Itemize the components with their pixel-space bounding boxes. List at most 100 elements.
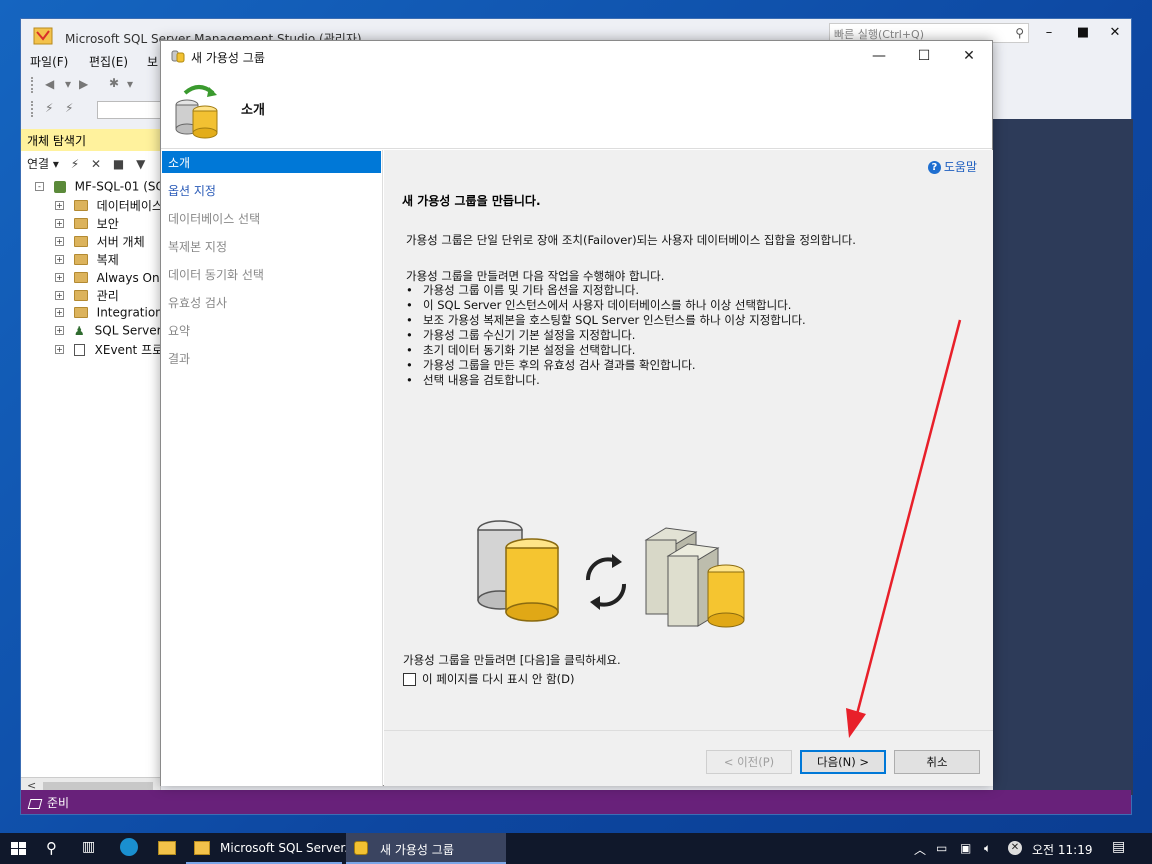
dont-show-again-checkbox[interactable]: 이 페이지를 다시 표시 안 함(D) [403,671,575,687]
steps-list: 가용성 그룹 이름 및 기타 옵션을 지정합니다. 이 SQL Server 인… [406,283,806,388]
server-icon [53,180,66,193]
wizard-nav: 소개 옵션 지정 데이터베이스 선택 복제본 지정 데이터 동기화 선택 유효성… [161,150,383,786]
connect-icon[interactable]: ⚡ [71,157,79,171]
expand-icon[interactable]: + [55,308,64,317]
clock[interactable]: 오전 11:19 [1032,841,1092,858]
toolbar-grip[interactable] [31,77,35,93]
connect-button[interactable]: 연결 ▾ [27,157,59,171]
wizard-footer: < 이전(P) 다음(N) > 취소 [384,730,993,786]
search-icon[interactable]: ⚲ [46,839,57,857]
database-icon [477,520,559,622]
volume-muted-icon[interactable]: 🔈︎ [984,841,991,856]
forward-icon[interactable]: ▶ [79,77,88,91]
availability-illustration [477,520,745,628]
file-explorer-icon[interactable] [158,841,176,855]
tree-item-replication[interactable]: + 복제 [55,251,119,269]
new-item-icon[interactable]: ✱ [109,76,119,90]
sync-arrows-icon [585,554,627,610]
previous-button[interactable]: < 이전(P) [706,750,792,774]
database-combo[interactable] [97,101,167,119]
content-heading: 새 가용성 그룹을 만듭니다. [402,194,541,208]
action-center-icon[interactable]: ▤ [1112,839,1125,855]
tree-item-always-on[interactable]: + Always On 고 [55,269,174,287]
taskbar-app-ssms[interactable]: Microsoft SQL Server... [186,833,356,864]
menu-edit[interactable]: 편집(E) [89,53,128,70]
dialog-title: 새 가용성 그룹 [191,51,265,65]
folder-icon [73,218,88,229]
toolbar-grip[interactable] [31,101,35,117]
expand-icon[interactable]: + [55,345,64,354]
nav-item-select-databases: 데이터베이스 선택 [168,212,261,226]
nav-item-validation: 유효성 검사 [168,296,228,310]
close-icon[interactable]: ✕ [954,45,984,67]
chevron-up-icon[interactable]: ︿ [914,841,926,858]
tree-item-label: 복제 [96,253,119,267]
ssms-logo-icon [33,27,53,45]
close-icon[interactable]: ✕ [1105,25,1125,43]
expand-icon[interactable]: + [55,219,64,228]
folder-icon [73,254,88,265]
tree-item-server-objects[interactable]: + 서버 개체 [55,233,145,251]
help-link[interactable]: ? 도움말 [927,158,977,175]
dialog-header: 소개 [161,71,992,149]
nav-item-specify-replicas: 복제본 지정 [168,240,228,254]
tree-item-label: MF-SQL-01 (SQ [74,179,165,194]
network-icon[interactable]: ▣ [960,841,971,855]
document-area [993,119,1133,795]
task-view-icon[interactable]: ▥ [82,839,95,855]
nav-item-data-sync: 데이터 동기화 선택 [168,268,264,282]
expand-icon[interactable]: + [55,255,64,264]
next-button[interactable]: 다음(N) > [800,750,886,774]
server-cluster-icon [644,527,745,628]
dropdown-icon[interactable]: ▾ [127,77,133,91]
edge-icon[interactable] [120,838,138,856]
cancel-button[interactable]: 취소 [894,750,980,774]
nav-item-intro[interactable]: 소개 [162,151,381,173]
tree-item-security[interactable]: + 보안 [55,215,119,233]
collapse-icon[interactable]: - [35,182,44,191]
tree-item-sql-server-agent[interactable]: + ♟ SQL Server 0 [55,323,173,341]
nav-item-results: 결과 [168,352,191,366]
connect-icon[interactable]: ⚡ [45,101,53,115]
tree-item-management[interactable]: + 관리 [55,287,119,305]
expand-icon[interactable]: + [55,291,64,300]
menu-file[interactable]: 파일(F) [30,53,68,70]
folder-icon [73,272,88,283]
windows-start-icon[interactable] [10,833,28,864]
tree-item-integration-services[interactable]: + Integration S [55,305,174,323]
tree-item-server[interactable]: - MF-SQL-01 (SQ [35,179,165,197]
checkbox-label: 이 페이지를 다시 표시 안 함(D) [422,672,575,686]
stop-icon[interactable]: ■ [113,157,124,171]
list-item: 가용성 그룹을 만든 후의 유효성 검사 결과를 확인합니다. [406,358,806,373]
tree-item-label: 보안 [96,217,119,231]
minimize-icon[interactable]: — [864,45,894,67]
expand-icon[interactable]: + [55,237,64,246]
checkbox-box[interactable] [403,673,416,686]
maximize-icon[interactable]: ■ [1073,25,1093,43]
nav-item-specify-options[interactable]: 옵션 지정 [162,179,381,201]
click-next-instruction: 가용성 그룹을 만들려면 [다음]을 클릭하세요. [403,653,621,667]
battery-icon[interactable]: ▭ [936,841,947,855]
page-title: 소개 [241,103,265,118]
tree-item-xevent-profiler[interactable]: + XEvent 프로 [55,341,163,359]
taskbar-app-new-ag[interactable]: 새 가용성 그룹 [346,833,506,864]
help-label: 도움말 [943,160,977,174]
back-icon[interactable]: ◀ [45,77,54,91]
dropdown-icon[interactable]: ▾ [65,77,71,91]
maximize-icon[interactable]: ☐ [909,45,939,67]
minimize-icon[interactable]: – [1039,25,1059,43]
menu-view[interactable]: 보 [147,53,158,70]
disconnect-icon[interactable]: ✕ [91,157,101,171]
tree-item-label: XEvent 프로 [94,343,164,357]
xevent-icon [73,343,85,356]
expand-icon[interactable]: + [55,201,64,210]
disconnect-icon[interactable]: ⚡ [65,101,73,115]
list-item: 가용성 그룹 수신기 기본 설정을 지정합니다. [406,328,806,343]
status-text: 준비 [47,796,70,810]
expand-icon[interactable]: + [55,273,64,282]
tree-item-databases[interactable]: + 데이터베이스 [55,197,163,215]
availability-group-icon [171,50,185,63]
expand-icon[interactable]: + [55,326,64,335]
filter-icon[interactable]: ▼ [136,157,145,171]
notification-error-icon[interactable]: ✕ [1008,841,1022,855]
